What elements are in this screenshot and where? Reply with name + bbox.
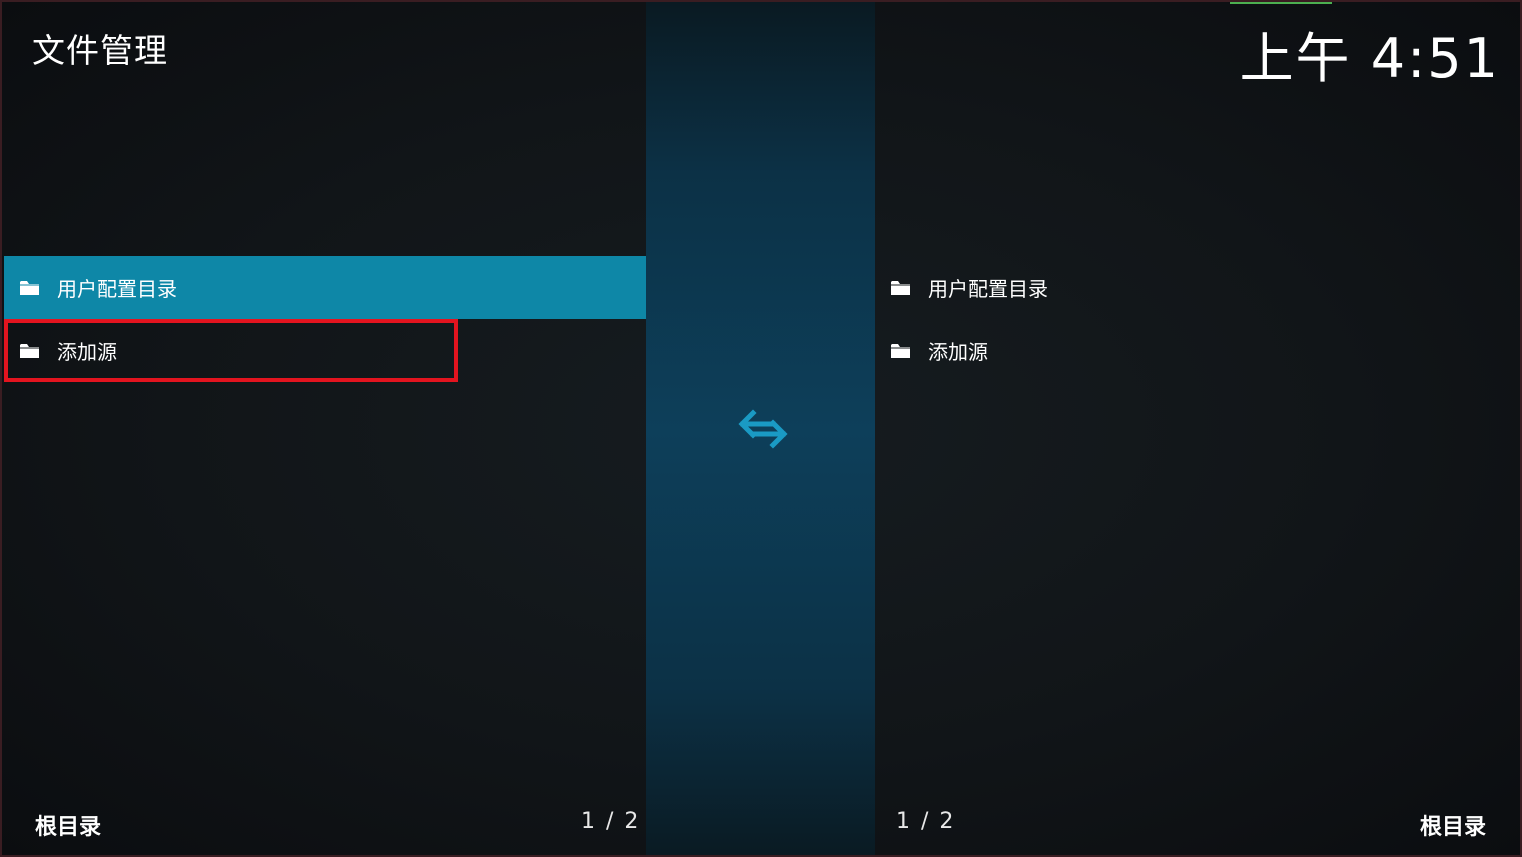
page-title: 文件管理 [32, 31, 168, 70]
top-accent-bar [1230, 2, 1332, 4]
right-root-label: 根目录 [1419, 815, 1486, 840]
swap-arrows-icon[interactable] [735, 402, 791, 458]
folder-icon [891, 344, 910, 358]
left-list-item-add-source[interactable]: 添加源 [4, 319, 646, 382]
list-item-label: 添加源 [57, 340, 117, 364]
list-item-label: 用户配置目录 [928, 277, 1048, 301]
folder-icon [20, 344, 39, 358]
folder-icon [20, 281, 39, 295]
left-pane: 用户配置目录 添加源 [4, 256, 646, 382]
left-list-item-profile-dir[interactable]: 用户配置目录 [4, 256, 646, 319]
left-page-count: 1 / 2 [581, 809, 641, 834]
list-item-label: 添加源 [928, 340, 988, 364]
list-item-label: 用户配置目录 [57, 277, 177, 301]
right-pane: 用户配置目录 添加源 [875, 256, 1520, 382]
file-manager-screen: 文件管理 上午 4:51 用户配置目录 添加源 用户配置目录 添加源 根目录 1… [0, 0, 1522, 857]
folder-icon [891, 281, 910, 295]
left-root-label: 根目录 [35, 815, 102, 840]
right-list-item-profile-dir[interactable]: 用户配置目录 [875, 256, 1520, 319]
clock: 上午 4:51 [1239, 27, 1500, 90]
right-page-count: 1 / 2 [896, 809, 956, 834]
right-list-item-add-source[interactable]: 添加源 [875, 319, 1520, 382]
